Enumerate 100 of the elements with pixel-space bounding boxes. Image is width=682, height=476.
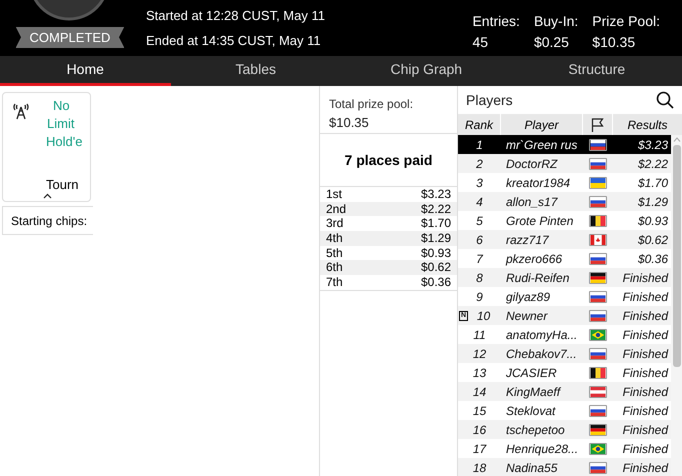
result-cell-text: Finished bbox=[622, 288, 670, 306]
payout-place: 4th bbox=[326, 231, 343, 246]
player-name: pkzero666 bbox=[504, 250, 564, 268]
flag-icon bbox=[589, 252, 607, 264]
flag-icon bbox=[589, 196, 607, 208]
payout-amount: $3.23 bbox=[420, 187, 451, 202]
rank-cell-text: 11 bbox=[473, 326, 486, 344]
prize-pool-label: Total prize pool: bbox=[329, 96, 414, 113]
flag-column-icon[interactable] bbox=[591, 118, 604, 132]
player-row[interactable]: 7 pkzero666 $0.36 bbox=[458, 249, 671, 268]
scroll-thumb[interactable] bbox=[672, 145, 680, 367]
collapse-icon[interactable] bbox=[43, 193, 52, 199]
game-name: No Limit Hold'e bbox=[46, 97, 84, 151]
player-row[interactable]: 11 anatomyHa... Finished bbox=[458, 325, 671, 344]
players-title: Players bbox=[466, 90, 513, 110]
result-cell-text: Finished bbox=[622, 308, 670, 324]
flag-icon bbox=[589, 348, 607, 360]
player-row[interactable]: 16 tschepetoo Finished bbox=[458, 420, 671, 439]
player-name: Rudi-Reifen bbox=[505, 270, 570, 286]
flag-icon bbox=[589, 310, 607, 322]
rank-cell-text: 14 bbox=[472, 384, 486, 400]
player-name: tschepetoo bbox=[505, 422, 566, 438]
rank-cell-text: 6 bbox=[476, 232, 483, 248]
stat-value: $0.25 bbox=[534, 33, 570, 52]
player-row[interactable]: 17 Henrique28... Finished bbox=[458, 439, 671, 458]
result-cell-text: Finished bbox=[622, 270, 670, 286]
stat-value: $10.35 bbox=[592, 33, 636, 52]
player-name: allon_s17 bbox=[505, 194, 559, 210]
player-row[interactable]: 6 razz717 $0.62 bbox=[458, 230, 671, 249]
result-cell-text: $3.23 bbox=[636, 136, 669, 154]
result-cell-text: Finished bbox=[622, 422, 670, 438]
tab[interactable]: Home bbox=[0, 56, 170, 86]
result-cell-text: Finished bbox=[622, 346, 670, 362]
rank-cell-text: 2 bbox=[476, 156, 483, 172]
flag-icon bbox=[589, 158, 607, 170]
flag-icon bbox=[589, 442, 607, 454]
tab[interactable]: Structure bbox=[512, 56, 682, 86]
column-header[interactable]: Results bbox=[613, 114, 682, 135]
flag-icon bbox=[589, 404, 607, 416]
player-row[interactable]: 5 Grote Pinten $0.93 bbox=[458, 211, 671, 230]
payout-place: 5th bbox=[326, 246, 343, 260]
player-row[interactable]: 14 KingMaeff Finished bbox=[458, 382, 671, 401]
result-cell-text: Finished bbox=[622, 384, 670, 400]
stat-label: Buy-In: bbox=[534, 12, 578, 31]
end-time: Ended at 14:35 CUST, May 11 bbox=[146, 32, 322, 50]
flag-icon bbox=[589, 462, 607, 474]
prize-pool-value: $10.35 bbox=[329, 114, 370, 132]
player-name: mr`Green rus bbox=[505, 136, 578, 154]
payout-amount: $0.36 bbox=[420, 275, 451, 290]
player-row[interactable]: 18 Nadina55 Finished bbox=[458, 458, 671, 476]
stat-label: Entries: bbox=[472, 12, 520, 31]
payout-place: 2nd bbox=[326, 202, 346, 216]
player-row[interactable]: 3 kreator1984 $1.70 bbox=[458, 173, 671, 192]
flag-icon bbox=[589, 424, 607, 436]
payout-amount: $1.70 bbox=[420, 216, 451, 232]
flag-icon bbox=[589, 272, 607, 284]
player-name: KingMaeff bbox=[505, 384, 562, 400]
player-name: Grote Pinten bbox=[505, 212, 574, 230]
flag-icon bbox=[589, 234, 607, 246]
rank-cell-text: 5 bbox=[476, 212, 483, 230]
player-row[interactable]: 1 mr`Green rus $3.23 bbox=[458, 135, 671, 154]
flag-icon bbox=[589, 290, 607, 302]
search-icon[interactable] bbox=[656, 91, 674, 109]
result-cell-text: $0.62 bbox=[636, 232, 669, 248]
player-name: Nadina55 bbox=[505, 460, 558, 476]
player-row[interactable]: 9 gilyaz89 Finished bbox=[458, 287, 671, 306]
payout-amount: $1.29 bbox=[420, 231, 451, 246]
player-name: anatomyHa... bbox=[505, 326, 578, 344]
player-name: Steklovat bbox=[505, 402, 557, 420]
tab[interactable]: Tables bbox=[170, 56, 341, 86]
rank-cell-text: 16 bbox=[472, 422, 486, 438]
game-type: Tourn bbox=[46, 176, 80, 194]
payout-amount: $2.22 bbox=[420, 202, 451, 216]
tab[interactable]: Chip Graph bbox=[341, 56, 512, 86]
payout-amount: $0.62 bbox=[420, 260, 451, 276]
result-cell-text: $1.29 bbox=[636, 194, 669, 210]
player-row[interactable]: 13 JCASIER Finished bbox=[458, 363, 671, 382]
stat-value: 45 bbox=[472, 33, 490, 52]
player-row[interactable]: 4 allon_s17 $1.29 bbox=[458, 192, 671, 211]
status-ribbon: COMPLETED bbox=[16, 26, 124, 48]
result-cell-text: Finished bbox=[622, 326, 670, 344]
player-row[interactable]: 15 Steklovat Finished bbox=[458, 401, 671, 420]
rank-cell-text: 9 bbox=[476, 288, 483, 306]
scrollbar[interactable] bbox=[671, 135, 682, 476]
flag-icon bbox=[589, 386, 607, 398]
player-row[interactable]: 2 DoctorRZ $2.22 bbox=[458, 154, 671, 173]
rank-cell-text: 3 bbox=[476, 174, 483, 192]
result-cell-text: Finished bbox=[622, 440, 670, 458]
player-row[interactable]: 12 Chebakov7... Finished bbox=[458, 344, 671, 363]
rank-cell-text: 13 bbox=[472, 364, 486, 382]
stat-label: Prize Pool: bbox=[592, 12, 660, 31]
player-name: gilyaz89 bbox=[505, 288, 552, 306]
flag-icon bbox=[589, 328, 607, 340]
player-row[interactable]: 8 Rudi-Reifen Finished bbox=[458, 268, 671, 287]
payout-place: 6th bbox=[326, 260, 343, 276]
payout-place: 1st bbox=[326, 187, 342, 202]
places-paid: 7 places paid bbox=[344, 150, 432, 170]
flag-icon bbox=[589, 366, 607, 378]
flag-icon bbox=[589, 176, 607, 188]
flag-icon bbox=[589, 138, 607, 150]
